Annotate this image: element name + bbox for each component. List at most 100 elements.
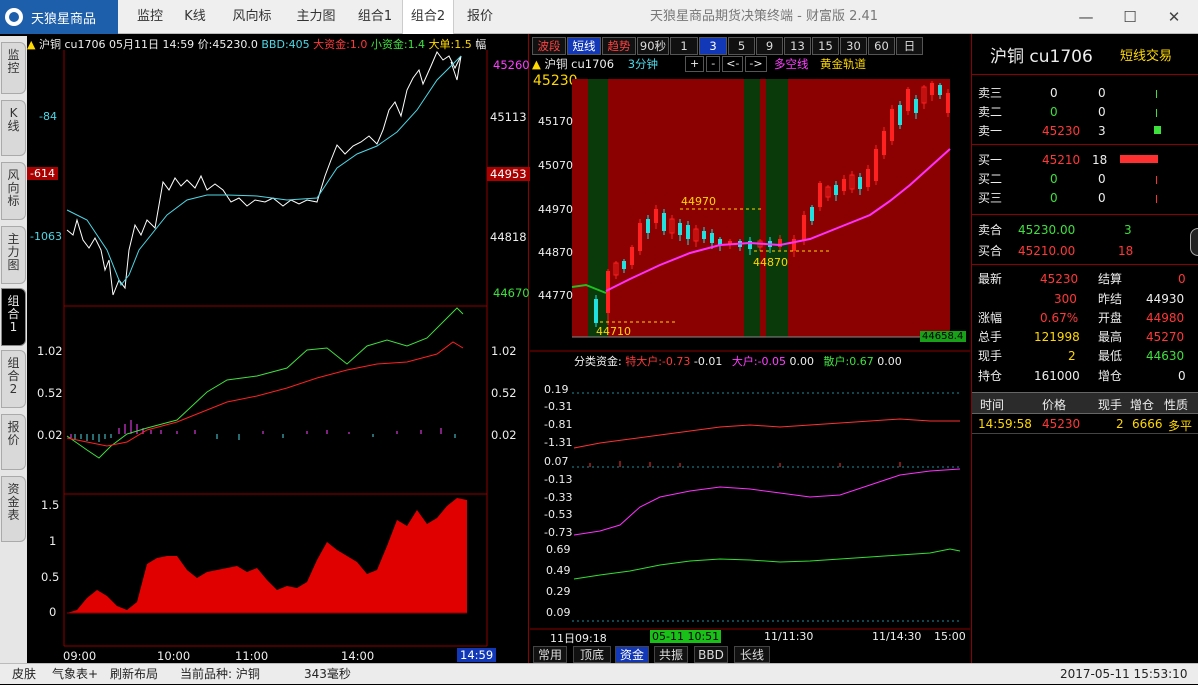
app-logo[interactable]: 天狼星商品 [0,0,118,34]
minimize-button[interactable]: — [1064,0,1108,34]
stat-change-value: 300 [1054,292,1077,306]
current-symbol: 当前品种: 沪铜 [180,667,260,681]
fund-big-label: 大户:-0.05 [731,355,787,368]
ind-tab-top-bottom[interactable]: 顶底 [573,646,611,663]
ind-tab-long[interactable]: 长线 [734,646,770,663]
period-button-9[interactable]: 9 [756,37,783,55]
side-tab-monitor[interactable]: 监控 [1,42,26,94]
skin-button[interactable]: 皮肤 [12,664,36,685]
period-button-day[interactable]: 日 [896,37,923,55]
weather-button[interactable]: 气象表+ [52,664,98,685]
side-tab-kline[interactable]: K线 [1,100,26,156]
stat-settle-label: 结算 [1098,272,1123,286]
left-axis-label: -84 [39,110,57,123]
fund1-y-label: -1.31 [544,436,573,449]
bid1-bar [1120,155,1158,163]
ind1-right-label: 0.02 [491,428,517,442]
total-ask-vol: 3 [1124,223,1132,237]
side-tab-combo2[interactable]: 组合2 [1,350,26,408]
stat-low-label: 最低 [1098,349,1123,363]
refresh-layout-button[interactable]: 刷新布局 [110,664,158,685]
period-button-swing[interactable]: 波段 [532,37,566,55]
bid1-label: 买一 [978,153,1003,167]
divider [972,264,1198,265]
nav-tab-quote[interactable]: 报价 [458,0,502,34]
ind1-axis-label: 1.02 [37,344,63,358]
side-tab-label: 报价 [7,420,20,447]
period-button-short[interactable]: 短线 [567,37,601,55]
nav-tab-main[interactable]: 主力图 [286,0,346,34]
kline-y-label: 45170 [538,115,573,128]
period-button-3[interactable]: 3 [699,37,727,55]
kline-time-label: 11/14:30 [872,630,922,643]
period-button-13[interactable]: 13 [784,37,811,55]
fund-special-delta: -0.01 [693,355,723,368]
maximize-icon: ☐ [1123,8,1137,26]
period-button-90s[interactable]: 90秒 [637,37,669,55]
ind-tab-resonance[interactable]: 共振 [654,646,688,663]
period-button-60[interactable]: 60 [868,37,895,55]
close-button[interactable]: ✕ [1152,0,1196,34]
stat-cur-label: 现手 [978,349,1003,363]
fund1-y-label: 0.19 [544,383,569,396]
period-button-15[interactable]: 15 [812,37,839,55]
bid2-price: 0 [1050,172,1058,186]
side-tab-fund-table[interactable]: 资金表 [1,476,26,542]
stat-oi-label: 持仓 [978,369,1003,383]
ind-tab-bbd[interactable]: BBD [694,646,728,663]
indicator1-red-line [66,341,464,447]
trade-vol: 2 [1116,417,1124,431]
ask3-vol: 0 [1098,86,1106,100]
nav-tab-combo1[interactable]: 组合1 [350,0,400,34]
ind1-right-label: 0.52 [491,386,517,400]
quote-mode[interactable]: 短线交易 [1120,45,1172,64]
kline-y-label: 45070 [538,159,573,172]
right-axis-high: 45260 [493,58,530,72]
fund-special-label: 特大户:-0.73 [625,355,691,368]
retail-fund-line [573,548,961,580]
side-tab-wind[interactable]: 风向标 [1,162,26,220]
side-tab-main[interactable]: 主力图 [1,226,26,284]
right-axis-current: 44953 [487,167,530,181]
stat-latest-label: 最新 [978,272,1003,286]
bid3-label: 买三 [978,191,1003,205]
side-tab-quote[interactable]: 报价 [1,414,26,470]
bid2-label: 买二 [978,172,1003,186]
indicator1-histogram [70,420,456,442]
nav-tab-wind[interactable]: 风向标 [222,0,282,34]
status-datetime: 2017-05-11 15:53:10 [1060,667,1188,681]
fund-chart-3 [572,548,961,622]
indicator2-area [67,498,467,613]
table-row[interactable]: 14:59:58 45230 2 6666 多平 [972,414,1198,434]
fund3-y-label: 0.69 [546,543,571,556]
period-button-1[interactable]: 1 [670,37,698,55]
maximize-button[interactable]: ☐ [1108,0,1152,34]
app-logo-label: 天狼星商品 [31,11,97,27]
fund-chart-1 [572,392,960,449]
period-button-5[interactable]: 5 [728,37,755,55]
period-button-30[interactable]: 30 [840,37,867,55]
fund1-y-label: -0.81 [544,418,573,431]
period-button-trend[interactable]: 趋势 [602,37,636,55]
ind2-axis-label: 0.5 [41,570,60,584]
ask2-bar [1156,109,1157,117]
side-tab-label: 组合2 [7,356,20,396]
kline-bg-green [744,79,760,337]
total-ask-label: 卖合 [978,223,1003,237]
side-tab-combo1[interactable]: 组合1 [1,288,26,346]
trade-price: 45230 [1042,417,1081,431]
fund-big-delta: 0.00 [789,355,815,368]
stat-cur-value: 2 [1068,349,1076,363]
stat-settle-value: 0 [1178,272,1186,286]
total-ask-price: 45230.00 [1018,223,1076,237]
ind1-axis-label: 0.02 [37,428,63,442]
trade-type: 多平 [1168,419,1193,433]
nav-tab-kline[interactable]: K线 [175,0,215,34]
nav-tab-monitor[interactable]: 监控 [125,0,175,34]
panel-toggle-handle[interactable] [1190,228,1198,256]
left-axis-label-highlight: -614 [27,167,58,180]
nav-tab-combo2[interactable]: 组合2 [402,0,454,34]
ind-tab-fund[interactable]: 资金 [615,646,649,663]
ind-tab-common[interactable]: 常用 [533,646,567,663]
kline-time-label: 11/11:30 [764,630,814,643]
